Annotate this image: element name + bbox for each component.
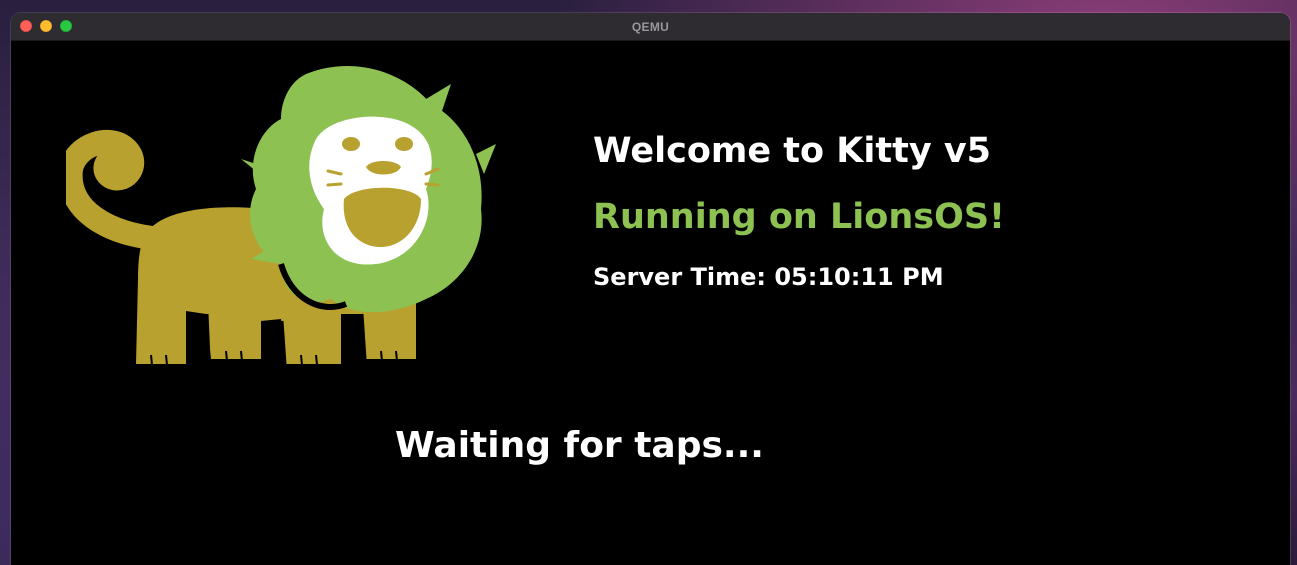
window-titlebar[interactable]: QEMU [11, 13, 1290, 41]
lion-logo-icon [66, 65, 496, 366]
window-title: QEMU [631, 19, 670, 34]
server-time-label: Server Time: [593, 263, 766, 291]
server-time: Server Time: 05:10:11 PM [593, 263, 944, 291]
zoom-window-button[interactable] [60, 20, 72, 32]
qemu-window: QEMU Welcome to Kitty v5 Running on Lion… [11, 13, 1290, 565]
waiting-status: Waiting for taps... [395, 425, 764, 466]
server-time-value: 05:10:11 PM [774, 263, 944, 291]
minimize-window-button[interactable] [40, 20, 52, 32]
welcome-heading: Welcome to Kitty v5 [593, 131, 991, 171]
vm-screen[interactable]: Welcome to Kitty v5 Running on LionsOS! … [11, 41, 1290, 565]
running-on-heading: Running on LionsOS! [593, 197, 1006, 237]
window-controls [20, 20, 72, 32]
close-window-button[interactable] [20, 20, 32, 32]
